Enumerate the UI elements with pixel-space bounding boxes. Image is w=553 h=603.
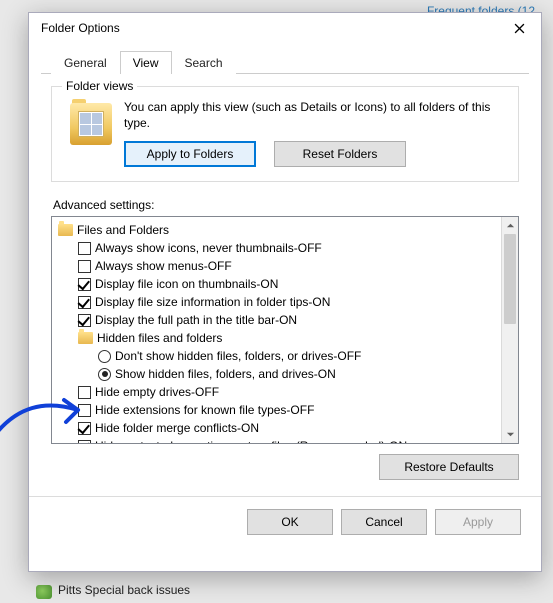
tree-root-label: Files and Folders bbox=[77, 223, 169, 237]
tree-item-label: Always show menus-OFF bbox=[95, 259, 232, 273]
tab-search[interactable]: Search bbox=[172, 51, 236, 74]
tree-item-label: Hide folder merge conflicts-ON bbox=[95, 421, 259, 435]
restore-defaults-button[interactable]: Restore Defaults bbox=[379, 454, 519, 480]
tree-item[interactable]: Always show menus-OFF bbox=[54, 257, 499, 275]
tree-item[interactable]: Display the full path in the title bar-O… bbox=[54, 311, 499, 329]
folder-views-legend: Folder views bbox=[62, 79, 137, 93]
radio[interactable] bbox=[98, 368, 111, 381]
tree-item-label: Display file icon on thumbnails-ON bbox=[95, 277, 278, 291]
checkbox[interactable] bbox=[78, 422, 91, 435]
tree-item[interactable]: Don't show hidden files, folders, or dri… bbox=[54, 347, 499, 365]
tree-item[interactable]: Hide protected operating system files (R… bbox=[54, 437, 499, 443]
tree-item-label: Hide extensions for known file types-OFF bbox=[95, 403, 314, 417]
checkbox[interactable] bbox=[78, 260, 91, 273]
folder-icon bbox=[78, 332, 93, 344]
folder-options-dialog: Folder Options General View Search Folde… bbox=[28, 12, 542, 572]
cancel-button[interactable]: Cancel bbox=[341, 509, 427, 535]
bg-item-label[interactable]: Pitts Special back issues bbox=[58, 583, 190, 597]
folder-views-icon bbox=[70, 103, 112, 145]
advanced-settings-tree: Files and Folders Always show icons, neve… bbox=[51, 216, 519, 444]
checkbox[interactable] bbox=[78, 440, 91, 444]
dialog-footer: OK Cancel Apply bbox=[29, 496, 541, 535]
folder-icon bbox=[58, 224, 73, 236]
tree-item-label: Hidden files and folders bbox=[97, 331, 222, 345]
titlebar: Folder Options bbox=[29, 13, 541, 43]
tree-item-label: Show hidden files, folders, and drives-O… bbox=[115, 367, 336, 381]
tree-root[interactable]: Files and Folders bbox=[54, 221, 499, 239]
tree-item-label: Hide protected operating system files (R… bbox=[95, 439, 407, 443]
checkbox[interactable] bbox=[78, 404, 91, 417]
ok-button[interactable]: OK bbox=[247, 509, 333, 535]
close-icon bbox=[514, 23, 525, 34]
folder-views-group: Folder views You can apply this view (su… bbox=[51, 86, 519, 182]
radio[interactable] bbox=[98, 350, 111, 363]
tree-item-label: Display file size information in folder … bbox=[95, 295, 330, 309]
scroll-up-button[interactable] bbox=[502, 217, 518, 234]
tree-item-label: Always show icons, never thumbnails-OFF bbox=[95, 241, 322, 255]
checkbox[interactable] bbox=[78, 314, 91, 327]
tree-item[interactable]: Display file size information in folder … bbox=[54, 293, 499, 311]
scroll-thumb[interactable] bbox=[504, 234, 516, 324]
tab-view[interactable]: View bbox=[120, 51, 172, 74]
tree-item-label: Don't show hidden files, folders, or dri… bbox=[115, 349, 361, 363]
tree-item[interactable]: Hide empty drives-OFF bbox=[54, 383, 499, 401]
apply-to-folders-button[interactable]: Apply to Folders bbox=[124, 141, 256, 167]
scroll-down-button[interactable] bbox=[502, 426, 518, 443]
tree-item[interactable]: Display file icon on thumbnails-ON bbox=[54, 275, 499, 293]
tree-item[interactable]: Always show icons, never thumbnails-OFF bbox=[54, 239, 499, 257]
checkbox[interactable] bbox=[78, 242, 91, 255]
apply-button[interactable]: Apply bbox=[435, 509, 521, 535]
advanced-settings-label: Advanced settings: bbox=[53, 198, 519, 212]
close-button[interactable] bbox=[497, 14, 541, 43]
tab-content: Folder views You can apply this view (su… bbox=[29, 74, 541, 490]
checkbox[interactable] bbox=[78, 296, 91, 309]
checkbox[interactable] bbox=[78, 278, 91, 291]
tree-item[interactable]: Hide extensions for known file types-OFF bbox=[54, 401, 499, 419]
tree-item[interactable]: Show hidden files, folders, and drives-O… bbox=[54, 365, 499, 383]
dialog-title: Folder Options bbox=[41, 21, 497, 35]
folder-views-desc: You can apply this view (such as Details… bbox=[124, 99, 506, 131]
checkbox[interactable] bbox=[78, 386, 91, 399]
tree-item[interactable]: Hidden files and folders bbox=[54, 329, 499, 347]
tree-item-label: Hide empty drives-OFF bbox=[95, 385, 219, 399]
tab-general[interactable]: General bbox=[51, 51, 120, 74]
bg-folder-icon bbox=[36, 585, 52, 599]
scrollbar[interactable] bbox=[501, 217, 518, 443]
reset-folders-button[interactable]: Reset Folders bbox=[274, 141, 406, 167]
tree-item[interactable]: Hide folder merge conflicts-ON bbox=[54, 419, 499, 437]
tab-strip: General View Search bbox=[41, 49, 529, 74]
tree-item-label: Display the full path in the title bar-O… bbox=[95, 313, 297, 327]
